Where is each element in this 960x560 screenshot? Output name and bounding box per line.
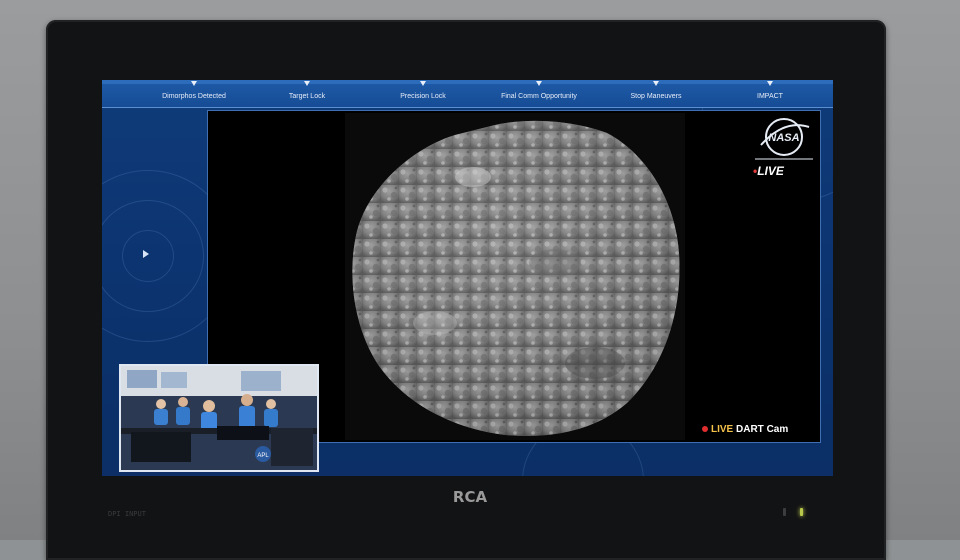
broadcast-screen: Dimorphos Detected Target Lock Precision… [102, 80, 833, 476]
stage-precision-lock: Precision Lock [368, 80, 478, 107]
stage-marker-icon [420, 81, 426, 86]
mission-progress-bar: Dimorphos Detected Target Lock Precision… [102, 80, 833, 108]
tv-mode-label: DPI INPUT [108, 510, 146, 518]
red-dot-icon [702, 426, 708, 433]
asteroid-image [345, 113, 685, 440]
live-badge: •LIVE [753, 164, 784, 178]
power-led-icon [781, 506, 809, 518]
stage-label: Dimorphos Detected [162, 93, 226, 100]
live-badge-text: LIVE [757, 164, 784, 178]
stage-label: Stop Maneuvers [630, 93, 682, 100]
stage-stop-maneuvers: Stop Maneuvers [601, 80, 711, 107]
mission-control-image: APL [121, 366, 317, 470]
stage-final-comm-opportunity: Final Comm Opportunity [484, 80, 594, 107]
stage-marker-icon [536, 81, 542, 86]
stage-marker-icon [653, 81, 659, 86]
stage-label: Final Comm Opportunity [501, 93, 577, 100]
stage-dimorphos-detected: Dimorphos Detected [139, 80, 249, 107]
nasa-logo-text: NASA [768, 132, 799, 144]
inset-logo-text: APL [257, 453, 269, 459]
stage-marker-icon [191, 81, 197, 86]
play-marker-icon [143, 250, 149, 258]
stage-target-lock: Target Lock [252, 80, 362, 107]
camera-feed-label: LIVE DART Cam [702, 424, 788, 435]
stage-label: Precision Lock [400, 93, 446, 100]
stage-label: Target Lock [288, 93, 326, 100]
stage-marker-icon [304, 81, 310, 86]
mission-control-inset: APL [119, 364, 319, 472]
stage-marker-icon [767, 81, 773, 86]
standby-led-icon [783, 508, 786, 516]
nasa-logo-icon: NASA [755, 118, 813, 160]
camera-live-word: LIVE [711, 424, 734, 435]
power-on-led-icon [800, 508, 803, 516]
tv-brand-logo: RCA [452, 488, 488, 506]
stage-label: IMPACT [757, 93, 783, 100]
camera-name: DART Cam [736, 424, 789, 435]
stage-impact: IMPACT [715, 80, 825, 107]
